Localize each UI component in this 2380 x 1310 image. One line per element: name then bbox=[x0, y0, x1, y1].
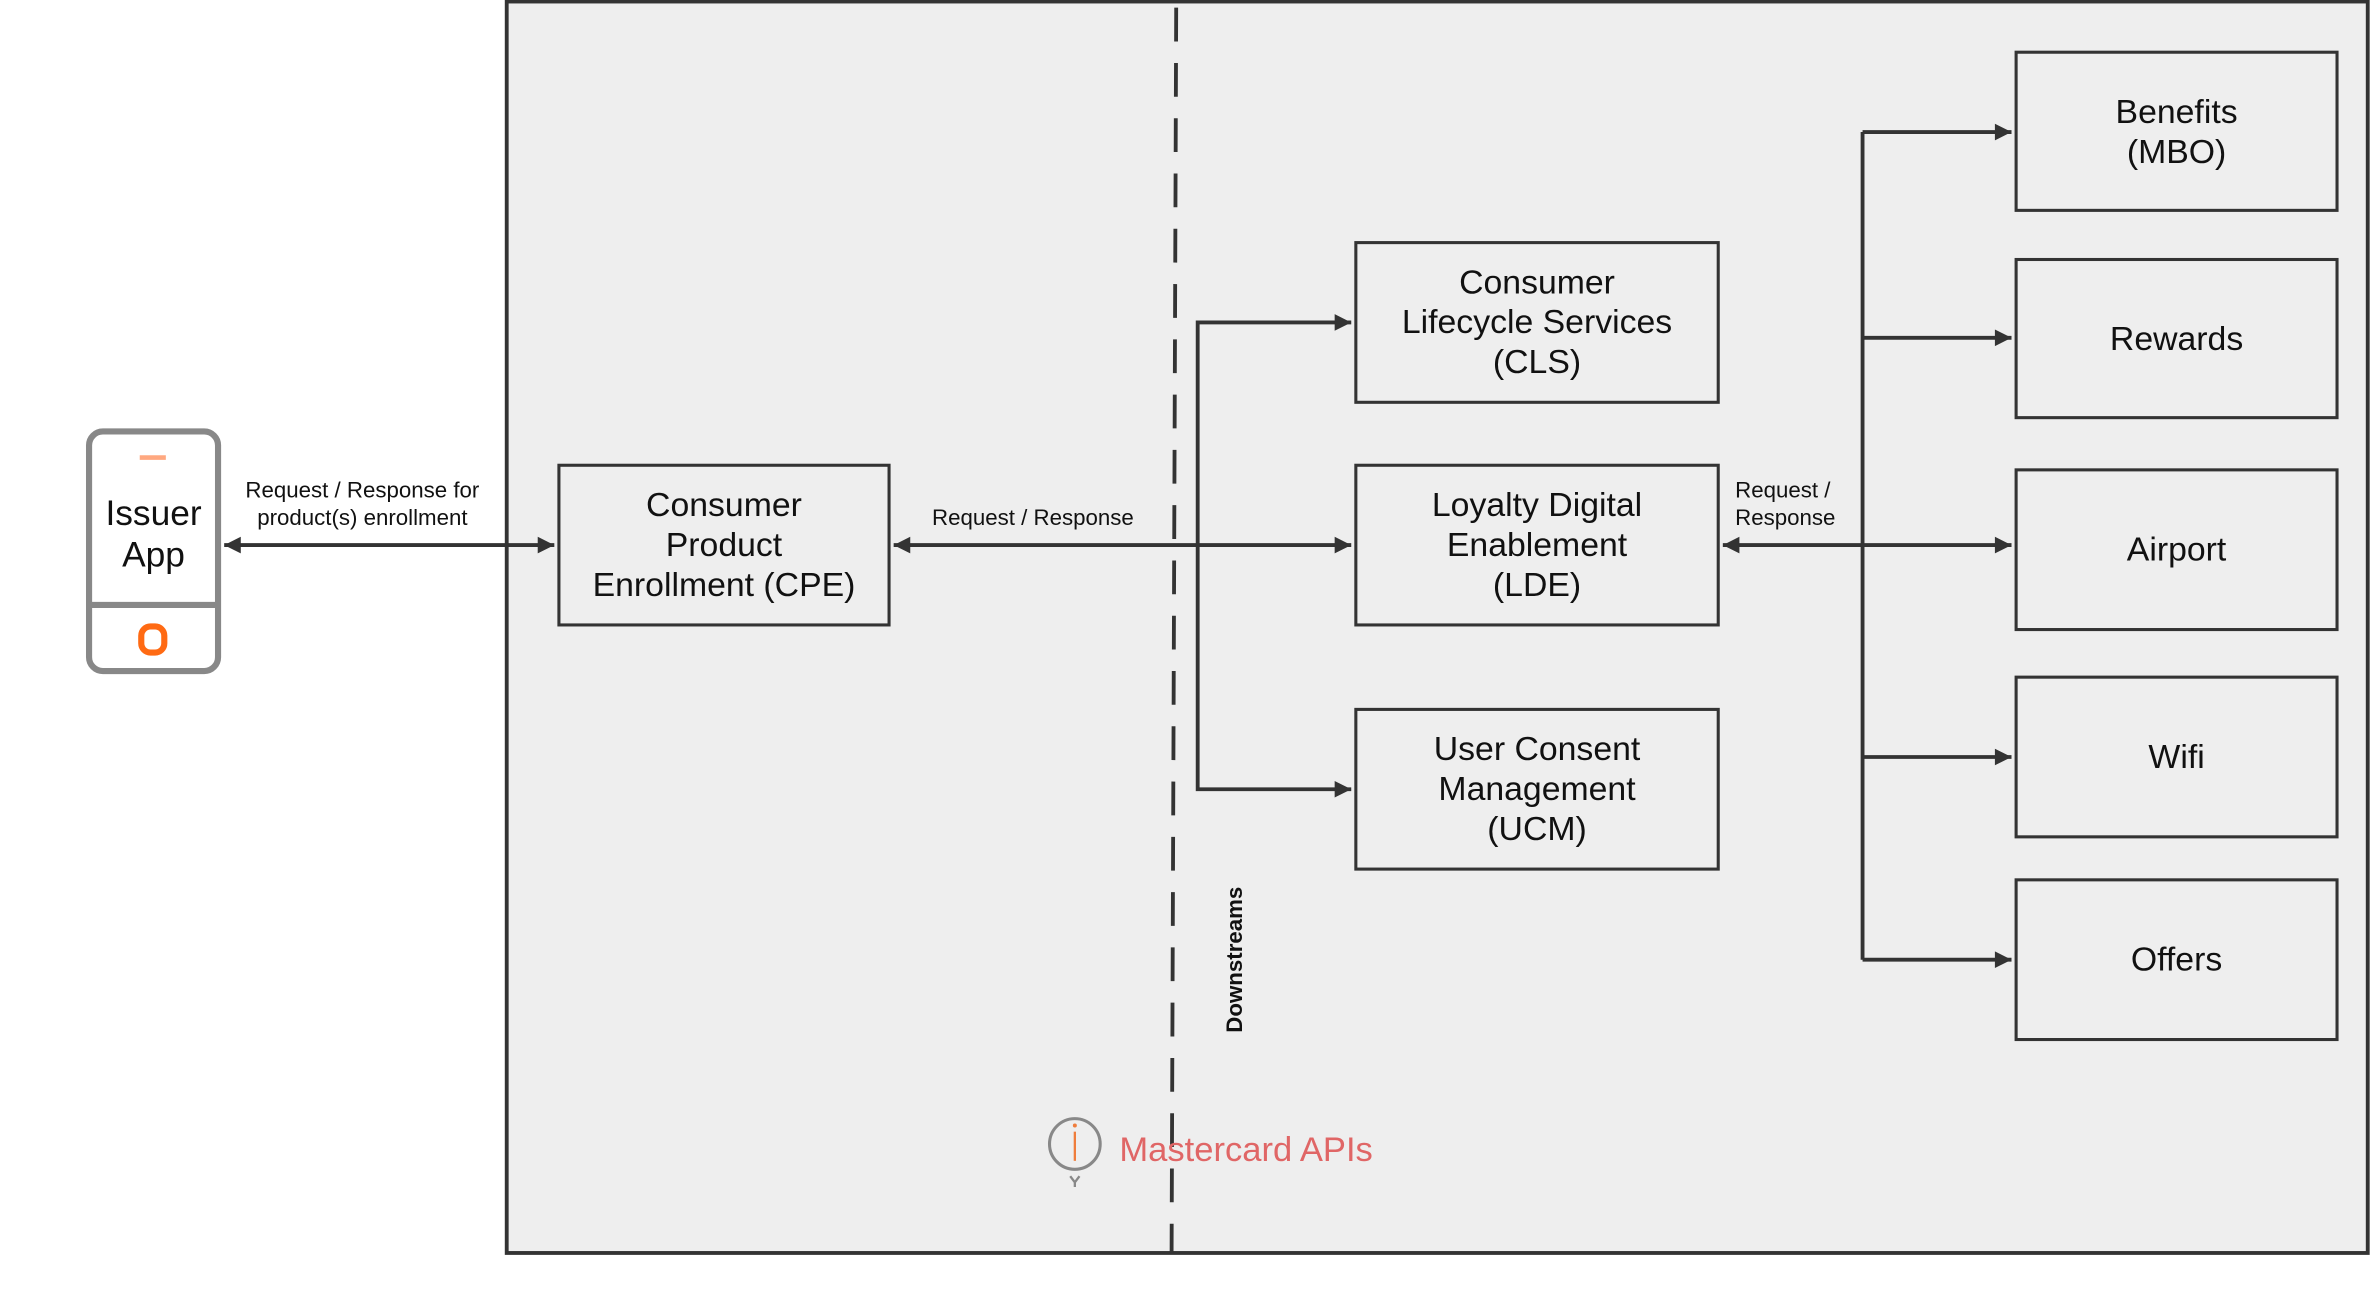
box-airport: Airport bbox=[2014, 468, 2339, 632]
issuer-app-label: Issuer App bbox=[105, 492, 202, 574]
diagram: Issuer App Request / Response for produc… bbox=[0, 0, 2380, 1310]
box-benefits: Benefits (MBO) bbox=[2014, 50, 2339, 212]
downstreams-label: Downstreams bbox=[1223, 886, 1249, 1033]
box-wifi: Wifi bbox=[2014, 675, 2339, 839]
edge-label-app-cpe: Request / Response for product(s) enroll… bbox=[245, 479, 480, 532]
box-offers: Offers bbox=[2014, 878, 2339, 1042]
box-cls: Consumer Lifecycle Services (CLS) bbox=[1354, 241, 1720, 404]
box-rewards: Rewards bbox=[2014, 257, 2339, 420]
mastercard-apis-label: Mastercard APIs bbox=[1119, 1130, 1373, 1169]
box-cpe: Consumer Product Enrollment (CPE) bbox=[557, 463, 891, 627]
box-ucm: User Consent Management (UCM) bbox=[1354, 707, 1720, 871]
box-lde: Loyalty Digital Enablement (LDE) bbox=[1354, 463, 1720, 627]
edge-label-lde-downstreams: Request / Response bbox=[1735, 479, 1836, 532]
edge-label-cpe-lde: Request / Response bbox=[932, 506, 1134, 532]
